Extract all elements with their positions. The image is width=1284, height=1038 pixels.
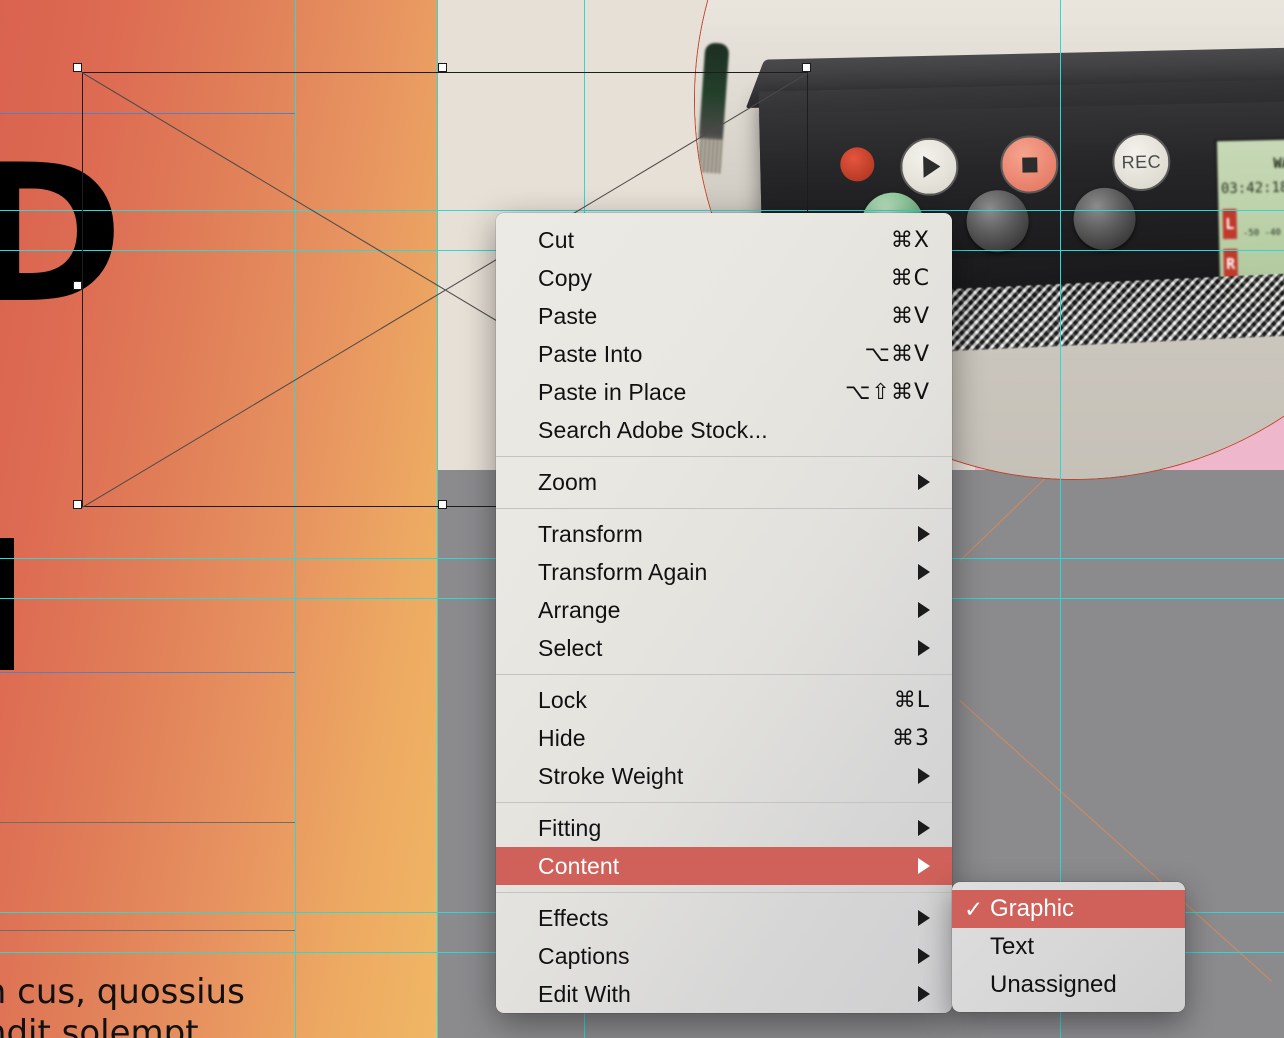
menu-item-label: Transform Again [538,558,708,585]
menu-item-lock[interactable]: Lock ⌘L [496,681,952,719]
body-text-line-1: on cus, quossius [0,972,245,1012]
menu-item-copy[interactable]: Copy ⌘C [496,259,952,297]
menu-item-paste-in-place[interactable]: Paste in Place ⌥⇧⌘V [496,373,952,411]
menu-item-transform[interactable]: Transform [496,515,952,553]
photo-wall-blur [695,0,1284,25]
menu-item-label: Select [538,634,603,661]
document-canvas[interactable]: REC WAV 03:42:18:14 Q L R -50 -40 -30 -2… [0,0,1284,1038]
menu-item-cut[interactable]: Cut ⌘X [496,221,952,259]
menu-item-effects[interactable]: Effects [496,899,952,937]
chevron-right-icon [918,768,930,784]
menu-item-search-adobe-stock[interactable]: Search Adobe Stock... [496,411,952,449]
submenu-item-text[interactable]: Text [952,928,1185,966]
menu-item-shortcut: ⌘X [890,227,930,253]
menu-item-shortcut: ⌥⌘V [864,341,930,367]
lcd-meter-left: L [1222,208,1238,240]
submenu-item-label: Graphic [990,895,1075,922]
menu-item-label: Content [538,852,620,879]
lcd-format-line: WAV [1273,155,1284,172]
checkmark-icon: ✓ [964,895,984,922]
menu-item-fitting[interactable]: Fitting [496,809,952,847]
menu-item-label: Edit With [538,980,631,1007]
body-text-block[interactable]: on cus, quossius endit solempt [0,972,424,1038]
menu-item-label: Transform [538,520,643,547]
menu-item-label: Copy [538,264,593,291]
chevron-right-icon [918,858,930,874]
menu-item-label: Zoom [538,468,598,495]
play-icon [922,155,941,178]
menu-separator-5 [496,892,952,893]
recorder-stop-button [999,134,1059,195]
menu-item-label: Captions [538,942,630,969]
menu-item-hide[interactable]: Hide ⌘3 [496,719,952,757]
context-menu[interactable]: Cut ⌘X Copy ⌘C Paste ⌘V Paste Into ⌥⌘V P… [496,213,952,1013]
menu-separator-4 [496,802,952,803]
menu-item-label: Lock [538,686,587,713]
body-text-line-2: endit solempt [0,1013,199,1038]
menu-item-stroke-weight[interactable]: Stroke Weight [496,757,952,795]
menu-item-shortcut: ⌘L [893,687,930,713]
menu-item-label: Stroke Weight [538,762,684,789]
chevron-right-icon [918,986,930,1002]
menu-item-label: Fitting [538,814,602,841]
lcd-scale: -50 -40 -30 -20 -12 [1242,226,1284,239]
menu-item-label: Cut [538,226,575,253]
menu-item-zoom[interactable]: Zoom [496,463,952,501]
chevron-right-icon [918,820,930,836]
rec-button-label: REC [1121,151,1162,172]
text-frame-edge-3 [0,822,295,823]
menu-item-edit-with[interactable]: Edit With [496,975,952,1013]
menu-item-label: Paste in Place [538,378,687,405]
menu-item-label: Effects [538,904,609,931]
recorder-knob-2 [965,189,1030,253]
menu-separator-3 [496,674,952,675]
selection-handle-middle-left[interactable] [73,281,82,290]
submenu-item-unassigned[interactable]: Unassigned [952,966,1185,1004]
recorder-rec-button: REC [1111,132,1171,192]
menu-item-shortcut: ⌥⇧⌘V [845,379,930,405]
submenu-item-graphic[interactable]: ✓ Graphic [952,890,1185,928]
menu-separator-1 [496,456,952,457]
menu-separator-2 [496,508,952,509]
selection-handle-top-center[interactable] [438,63,447,72]
selection-handle-bottom-left[interactable] [73,500,82,509]
menu-item-paste[interactable]: Paste ⌘V [496,297,952,335]
submenu-item-label: Unassigned [990,971,1117,998]
menu-item-shortcut: ⌘V [890,303,930,329]
menu-item-label: Arrange [538,596,621,623]
lcd-meter-right: R [1223,248,1238,280]
menu-item-paste-into[interactable]: Paste Into ⌥⌘V [496,335,952,373]
submenu-item-label: Text [990,933,1035,960]
menu-item-shortcut: ⌘3 [892,725,930,751]
lcd-timecode: 03:42:18:14 [1220,179,1284,198]
text-frame-edge-4 [0,930,295,931]
menu-item-content[interactable]: Content [496,847,952,885]
stop-icon [1021,156,1038,173]
menu-item-shortcut: ⌘C [890,265,930,291]
chevron-right-icon [918,640,930,656]
recorder-knob-3 [1072,187,1137,251]
selection-handle-top-right[interactable] [802,63,811,72]
chevron-right-icon [918,564,930,580]
chevron-right-icon [918,474,930,490]
menu-item-transform-again[interactable]: Transform Again [496,553,952,591]
text-frame-edge-2 [0,672,295,673]
selection-handle-top-left[interactable] [73,63,82,72]
menu-item-label: Hide [538,724,586,751]
menu-item-select[interactable]: Select [496,629,952,667]
menu-item-label: Search Adobe Stock... [538,416,768,443]
menu-item-arrange[interactable]: Arrange [496,591,952,629]
chevron-right-icon [918,526,930,542]
content-submenu[interactable]: ✓ Graphic Text Unassigned [952,882,1185,1012]
menu-item-captions[interactable]: Captions [496,937,952,975]
chevron-right-icon [918,948,930,964]
menu-item-label: Paste Into [538,340,643,367]
chevron-right-icon [918,602,930,618]
chevron-right-icon [918,910,930,926]
recorder-power-button [839,147,875,182]
menu-item-label: Paste [538,302,598,329]
recorder-play-button [899,137,960,197]
selection-handle-bottom-center[interactable] [438,500,447,509]
